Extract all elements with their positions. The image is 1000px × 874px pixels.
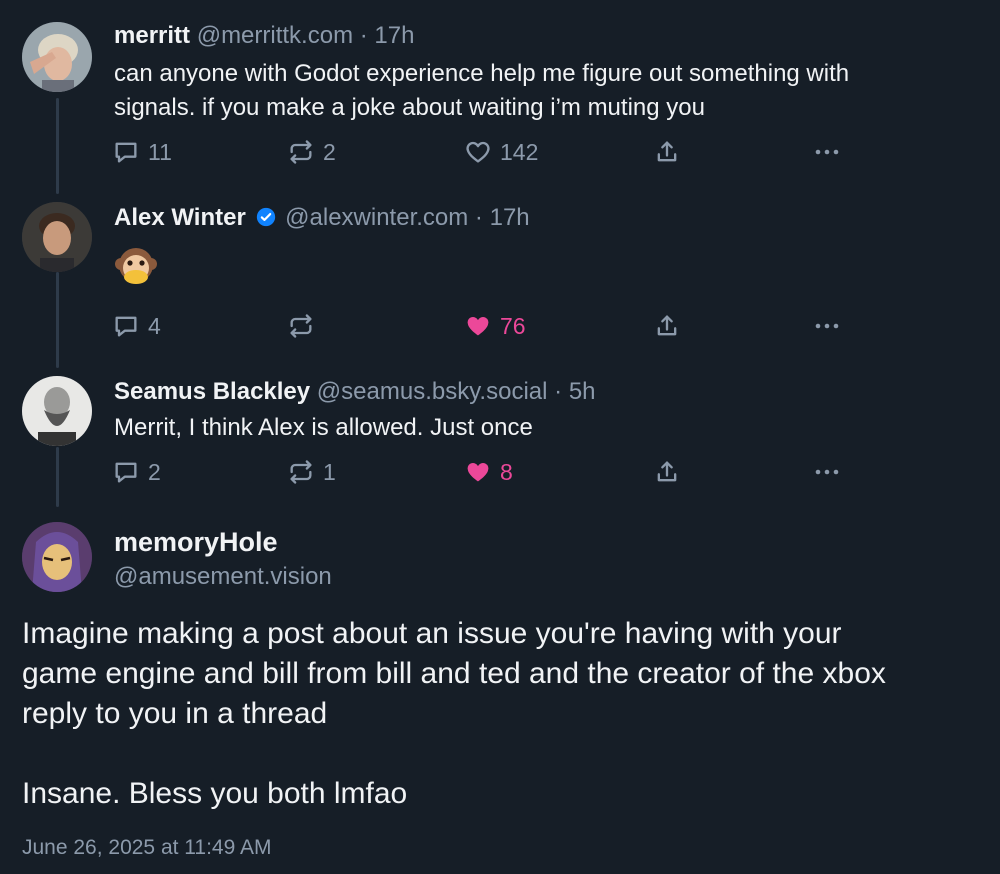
more-icon [815, 469, 839, 475]
post-text-line: game engine and bill from bill and ted a… [22, 657, 886, 690]
author-handle[interactable]: @seamus.bsky.social [317, 378, 548, 405]
main-post: memoryHole @amusement.vision Imagine mak… [0, 520, 1000, 874]
like-icon [467, 317, 489, 336]
post-text-line: signals. if you make a joke about waitin… [114, 94, 705, 121]
thread-post[interactable]: Seamus Blackley @seamus.bsky.social · 5h… [0, 372, 1000, 502]
author-name[interactable]: merritt [114, 22, 190, 49]
avatar[interactable] [22, 202, 92, 272]
more-icon [815, 323, 839, 329]
more-button[interactable] [812, 312, 842, 340]
reply-count: 11 [148, 138, 172, 165]
more-button[interactable] [812, 458, 842, 486]
avatar[interactable] [22, 522, 92, 592]
share-icon [657, 141, 677, 162]
repost-button[interactable]: 2 [287, 138, 336, 166]
post-text-line: Insane. Bless you both lmfao [22, 777, 408, 810]
separator: · [554, 378, 563, 405]
post-time[interactable]: 5h [569, 378, 596, 405]
separator: · [359, 22, 368, 49]
reply-button[interactable]: 11 [112, 138, 172, 166]
like-icon [467, 463, 489, 482]
like-count: 8 [500, 458, 513, 485]
reply-icon [115, 316, 137, 337]
reply-icon [115, 462, 137, 483]
reply-button[interactable]: 2 [112, 458, 161, 486]
post-text: Merrit, I think Alex is allowed. Just on… [114, 411, 974, 445]
share-button[interactable] [653, 138, 681, 166]
post-text-line: reply to you in a thread [22, 697, 328, 730]
author-handle[interactable]: @amusement.vision [114, 563, 332, 591]
thread-post[interactable]: merritt @merrittk.com · 17h can anyone w… [0, 0, 1000, 190]
like-button[interactable]: 8 [464, 458, 513, 486]
author-name[interactable]: Seamus Blackley [114, 378, 310, 405]
post-text-line: Merrit, I think Alex is allowed. Just on… [114, 414, 533, 441]
author-name[interactable]: memoryHole [114, 527, 278, 558]
like-count: 76 [500, 312, 526, 339]
avatar[interactable] [22, 22, 92, 92]
more-icon [815, 149, 839, 155]
repost-count: 2 [323, 138, 336, 165]
share-button[interactable] [653, 312, 681, 340]
speak-no-evil-monkey-icon [115, 248, 157, 284]
repost-icon [290, 314, 312, 338]
thread-post[interactable]: Alex Winter @alexwinter.com · 17h 4 76 [0, 196, 1000, 366]
repost-button[interactable] [287, 312, 323, 340]
like-button[interactable]: 142 [464, 138, 538, 166]
post-actions: 4 76 [112, 312, 852, 342]
reply-button[interactable]: 4 [112, 312, 161, 340]
author-handle[interactable]: @alexwinter.com [285, 204, 468, 231]
share-icon [657, 315, 677, 336]
post-text-line [22, 734, 982, 774]
reply-count: 4 [148, 312, 161, 339]
post-time[interactable]: 17h [490, 204, 530, 231]
post-actions: 2 1 8 [112, 458, 852, 488]
author-handle[interactable]: @merrittk.com [197, 22, 353, 49]
author-name[interactable]: Alex Winter [114, 204, 246, 231]
post-time[interactable]: 17h [374, 22, 414, 49]
like-count: 142 [500, 138, 539, 165]
reply-icon [115, 142, 137, 163]
post-text-line: Imagine making a post about an issue you… [22, 617, 842, 650]
share-icon [657, 461, 677, 482]
main-post-text: Imagine making a post about an issue you… [22, 614, 982, 814]
post-actions: 11 2 142 [112, 138, 852, 168]
share-button[interactable] [653, 458, 681, 486]
avatar[interactable] [22, 376, 92, 446]
verified-badge-icon[interactable] [256, 207, 276, 227]
post-timestamp[interactable]: June 26, 2025 at 11:49 AM [22, 836, 271, 860]
like-button[interactable]: 76 [464, 312, 526, 340]
post-text: can anyone with Godot experience help me… [114, 57, 974, 125]
repost-button[interactable]: 1 [287, 458, 336, 486]
like-icon [466, 141, 490, 163]
repost-icon [290, 460, 312, 484]
reply-count: 2 [148, 458, 161, 485]
post-text-line: can anyone with Godot experience help me… [114, 60, 850, 87]
repost-count: 1 [323, 458, 336, 485]
separator: · [474, 204, 483, 231]
repost-icon [290, 140, 312, 164]
more-button[interactable] [812, 138, 842, 166]
